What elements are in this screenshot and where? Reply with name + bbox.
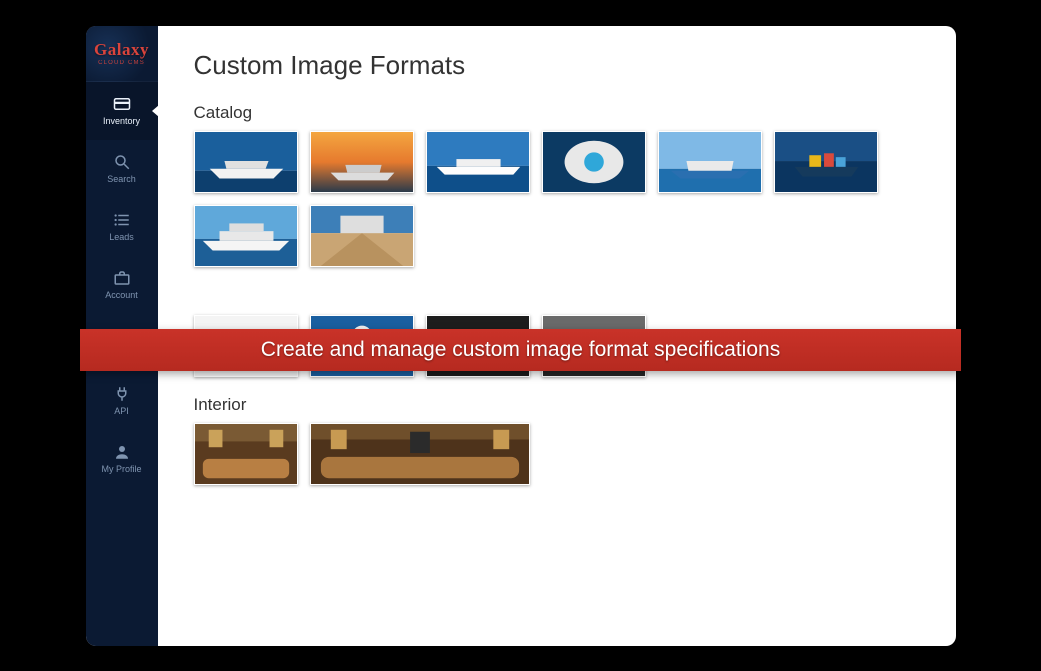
card-icon [113,95,131,113]
sidebar-item-label: Settings [105,349,138,358]
section-interior: Interior [194,395,928,485]
section-title-interior: Interior [194,395,928,415]
plug-icon [113,385,131,403]
image-thumb[interactable] [542,131,646,193]
sidebar-item-label: Inventory [103,117,140,126]
brand-name: Galaxy [94,40,149,60]
app-window: Galaxy CLOUD CMS Inventory Search Leads [86,26,956,646]
image-thumb[interactable] [194,131,298,193]
sidebar-item-leads[interactable]: Leads [86,198,158,256]
sidebar-item-account[interactable]: Account [86,256,158,314]
sidebar-item-label: Search [107,175,136,184]
image-thumb[interactable] [310,315,414,377]
image-thumb[interactable] [426,131,530,193]
search-icon [113,153,131,171]
image-thumb[interactable] [658,131,762,193]
sidebar-item-settings[interactable]: Settings [86,314,158,372]
sidebar: Galaxy CLOUD CMS Inventory Search Leads [86,26,158,646]
catalog-thumbs [194,131,928,267]
image-thumb[interactable] [426,315,530,377]
equipment-thumbs [194,315,928,377]
gears-icon [113,327,131,345]
sidebar-item-inventory[interactable]: Inventory [86,82,158,140]
sidebar-item-label: Leads [109,233,134,242]
sidebar-item-profile[interactable]: My Profile [86,430,158,488]
sidebar-item-label: My Profile [101,465,141,474]
sidebar-item-label: API [114,407,129,416]
brand-subtitle: CLOUD CMS [98,60,145,66]
image-thumb[interactable] [310,131,414,193]
image-thumb[interactable] [310,205,414,267]
brand-logo: Galaxy CLOUD CMS [86,26,158,82]
image-thumb[interactable] [194,205,298,267]
sidebar-item-api[interactable]: API [86,372,158,430]
user-icon [113,443,131,461]
image-thumb[interactable] [774,131,878,193]
sidebar-item-label: Account [105,291,138,300]
list-icon [113,211,131,229]
sidebar-nav: Inventory Search Leads Account Settings [86,82,158,646]
section-catalog: Catalog [194,103,928,267]
interior-thumbs [194,423,928,485]
image-thumb[interactable] [542,315,646,377]
sidebar-item-search[interactable]: Search [86,140,158,198]
image-thumb[interactable] [194,315,298,377]
image-thumb[interactable] [194,423,298,485]
main-content: Custom Image Formats Catalog [158,26,956,646]
section-equipment [194,315,928,377]
image-thumb[interactable] [310,423,530,485]
section-title-catalog: Catalog [194,103,928,123]
briefcase-icon [113,269,131,287]
page-title: Custom Image Formats [194,50,928,81]
